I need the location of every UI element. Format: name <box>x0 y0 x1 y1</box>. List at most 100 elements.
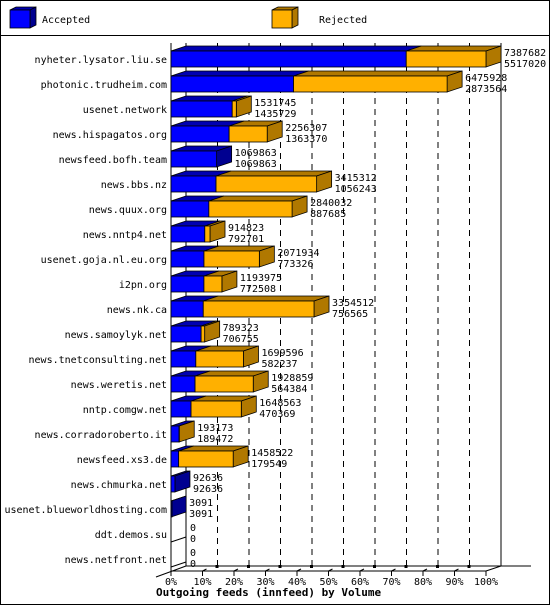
value-label-total: 1458522 <box>251 448 293 459</box>
bar-group <box>170 295 330 318</box>
category-label: photonic.trudheim.com <box>41 80 167 91</box>
value-label-total: 1928859 <box>271 373 313 384</box>
tick-label-90: 90% <box>445 577 463 588</box>
grid-foot-90 <box>467 565 471 568</box>
category-label: usenet.goja.nl.eu.org <box>41 255 167 266</box>
bar-accepted-top <box>170 45 422 52</box>
bar-accepted <box>170 375 196 393</box>
legend-cube-rejected <box>271 6 299 29</box>
value-label-accepted: 5517020 <box>504 59 546 70</box>
value-label-total: 3354512 <box>332 298 374 309</box>
value-label-total: 914823 <box>228 223 264 234</box>
value-label-total: 1648563 <box>259 398 301 409</box>
bar-group <box>170 561 187 568</box>
value-label-total: 7387682 <box>504 48 546 59</box>
category-label: news.nk.ca <box>107 305 167 316</box>
value-label-accepted: 1435729 <box>254 109 296 120</box>
value-label-accepted: 582237 <box>261 359 297 370</box>
chart: Accepted Rejected nyheter.lysator.liu.se… <box>4 6 546 599</box>
bar-group <box>170 370 269 393</box>
bar-rejected <box>190 400 242 418</box>
legend-swatch-rejected <box>271 6 299 29</box>
category-label: news.weretis.net <box>71 380 167 391</box>
value-label-accepted: 564384 <box>271 384 307 395</box>
category-label: news.nntp4.net <box>83 230 167 241</box>
value-label-accepted: 3091 <box>189 509 213 520</box>
value-label-accepted: 470369 <box>259 409 295 420</box>
value-label-total: 2071934 <box>277 248 319 259</box>
category-labels: nyheter.lysator.liu.se photonic.trudheim.… <box>4 55 167 566</box>
value-label-total: 3415312 <box>335 173 377 184</box>
bar-rejected <box>203 275 223 293</box>
tick-label-100: 100% <box>474 577 498 588</box>
value-label-total: 0 <box>190 523 196 534</box>
bar-rejected <box>405 50 487 68</box>
legend-item-rejected: Rejected <box>271 6 367 29</box>
value-label-accepted: 179549 <box>251 459 287 470</box>
bar-zero-marker <box>170 561 187 568</box>
bar-accepted <box>170 75 294 93</box>
bar-group <box>170 420 195 443</box>
value-label-total: 193173 <box>197 423 233 434</box>
chart-title: Outgoing feeds (innfeed) by Volume <box>156 586 382 599</box>
bar-rejected-top <box>293 70 463 77</box>
bar-group <box>170 470 191 493</box>
value-label-accepted: 706755 <box>223 334 259 345</box>
category-label: news.quux.org <box>89 205 167 216</box>
bar-group <box>170 536 187 543</box>
bar-rejected-top <box>406 45 502 52</box>
bar-rejected <box>178 450 234 468</box>
grid-foot-70 <box>404 565 408 568</box>
grid-foot-80 <box>436 565 439 568</box>
bar-rejected <box>293 75 448 93</box>
value-label-total: 1699596 <box>261 348 303 359</box>
value-label-accepted: 1056243 <box>335 184 377 195</box>
value-label-total: 3091 <box>189 498 213 509</box>
bar-rejected-top <box>203 295 330 302</box>
legend-label-rejected: Rejected <box>319 15 367 26</box>
bar-group <box>170 445 249 468</box>
bar-end-side <box>170 495 187 518</box>
bar-group <box>170 170 333 193</box>
value-label-accepted: 2873564 <box>465 84 507 95</box>
category-label: newsfeed.bofh.team <box>59 155 167 166</box>
value-label-accepted: 773326 <box>277 259 313 270</box>
grid-foot-40 <box>310 565 313 568</box>
bar-group <box>170 345 259 368</box>
bar-rejected <box>194 375 254 393</box>
bar-accepted <box>170 325 202 343</box>
legend-cube-rejected-front <box>271 9 293 29</box>
bar-accepted <box>170 475 176 493</box>
category-label: newsfeed.xs3.de <box>77 455 167 466</box>
legend-label-accepted: Accepted <box>42 15 90 26</box>
value-label-total: 1069863 <box>235 148 277 159</box>
legend-item-accepted: Accepted <box>9 6 90 29</box>
value-label-total: 0 <box>190 548 196 559</box>
value-label-accepted: 1363370 <box>285 134 327 145</box>
bar-rejected <box>203 250 260 268</box>
bar-rejected-top <box>208 195 308 202</box>
grid-foot-30 <box>278 565 282 568</box>
bar-accepted <box>170 200 210 218</box>
bar-group <box>170 220 226 243</box>
category-label: usenet.blueworldhosting.com <box>4 505 167 516</box>
tick-label-70: 70% <box>382 577 400 588</box>
bar-group <box>170 270 238 293</box>
value-label-accepted: 0 <box>190 534 196 545</box>
bar-accepted <box>170 150 218 168</box>
bar-group <box>170 245 275 268</box>
category-label: news.samoylyk.net <box>65 330 167 341</box>
bar-rejected <box>228 125 268 143</box>
bar-accepted <box>170 275 205 293</box>
grid-foot-60 <box>373 565 376 568</box>
bar-group <box>170 45 502 68</box>
bar-accepted <box>170 250 205 268</box>
bar-accepted <box>170 125 230 143</box>
value-label-accepted: 0 <box>190 559 196 570</box>
bar-accepted <box>170 450 180 468</box>
bar-group <box>170 70 463 93</box>
bar-rejected <box>204 225 211 243</box>
bar-accepted <box>170 350 197 368</box>
value-label-total: 92636 <box>193 473 223 484</box>
tick-label-80: 80% <box>414 577 432 588</box>
